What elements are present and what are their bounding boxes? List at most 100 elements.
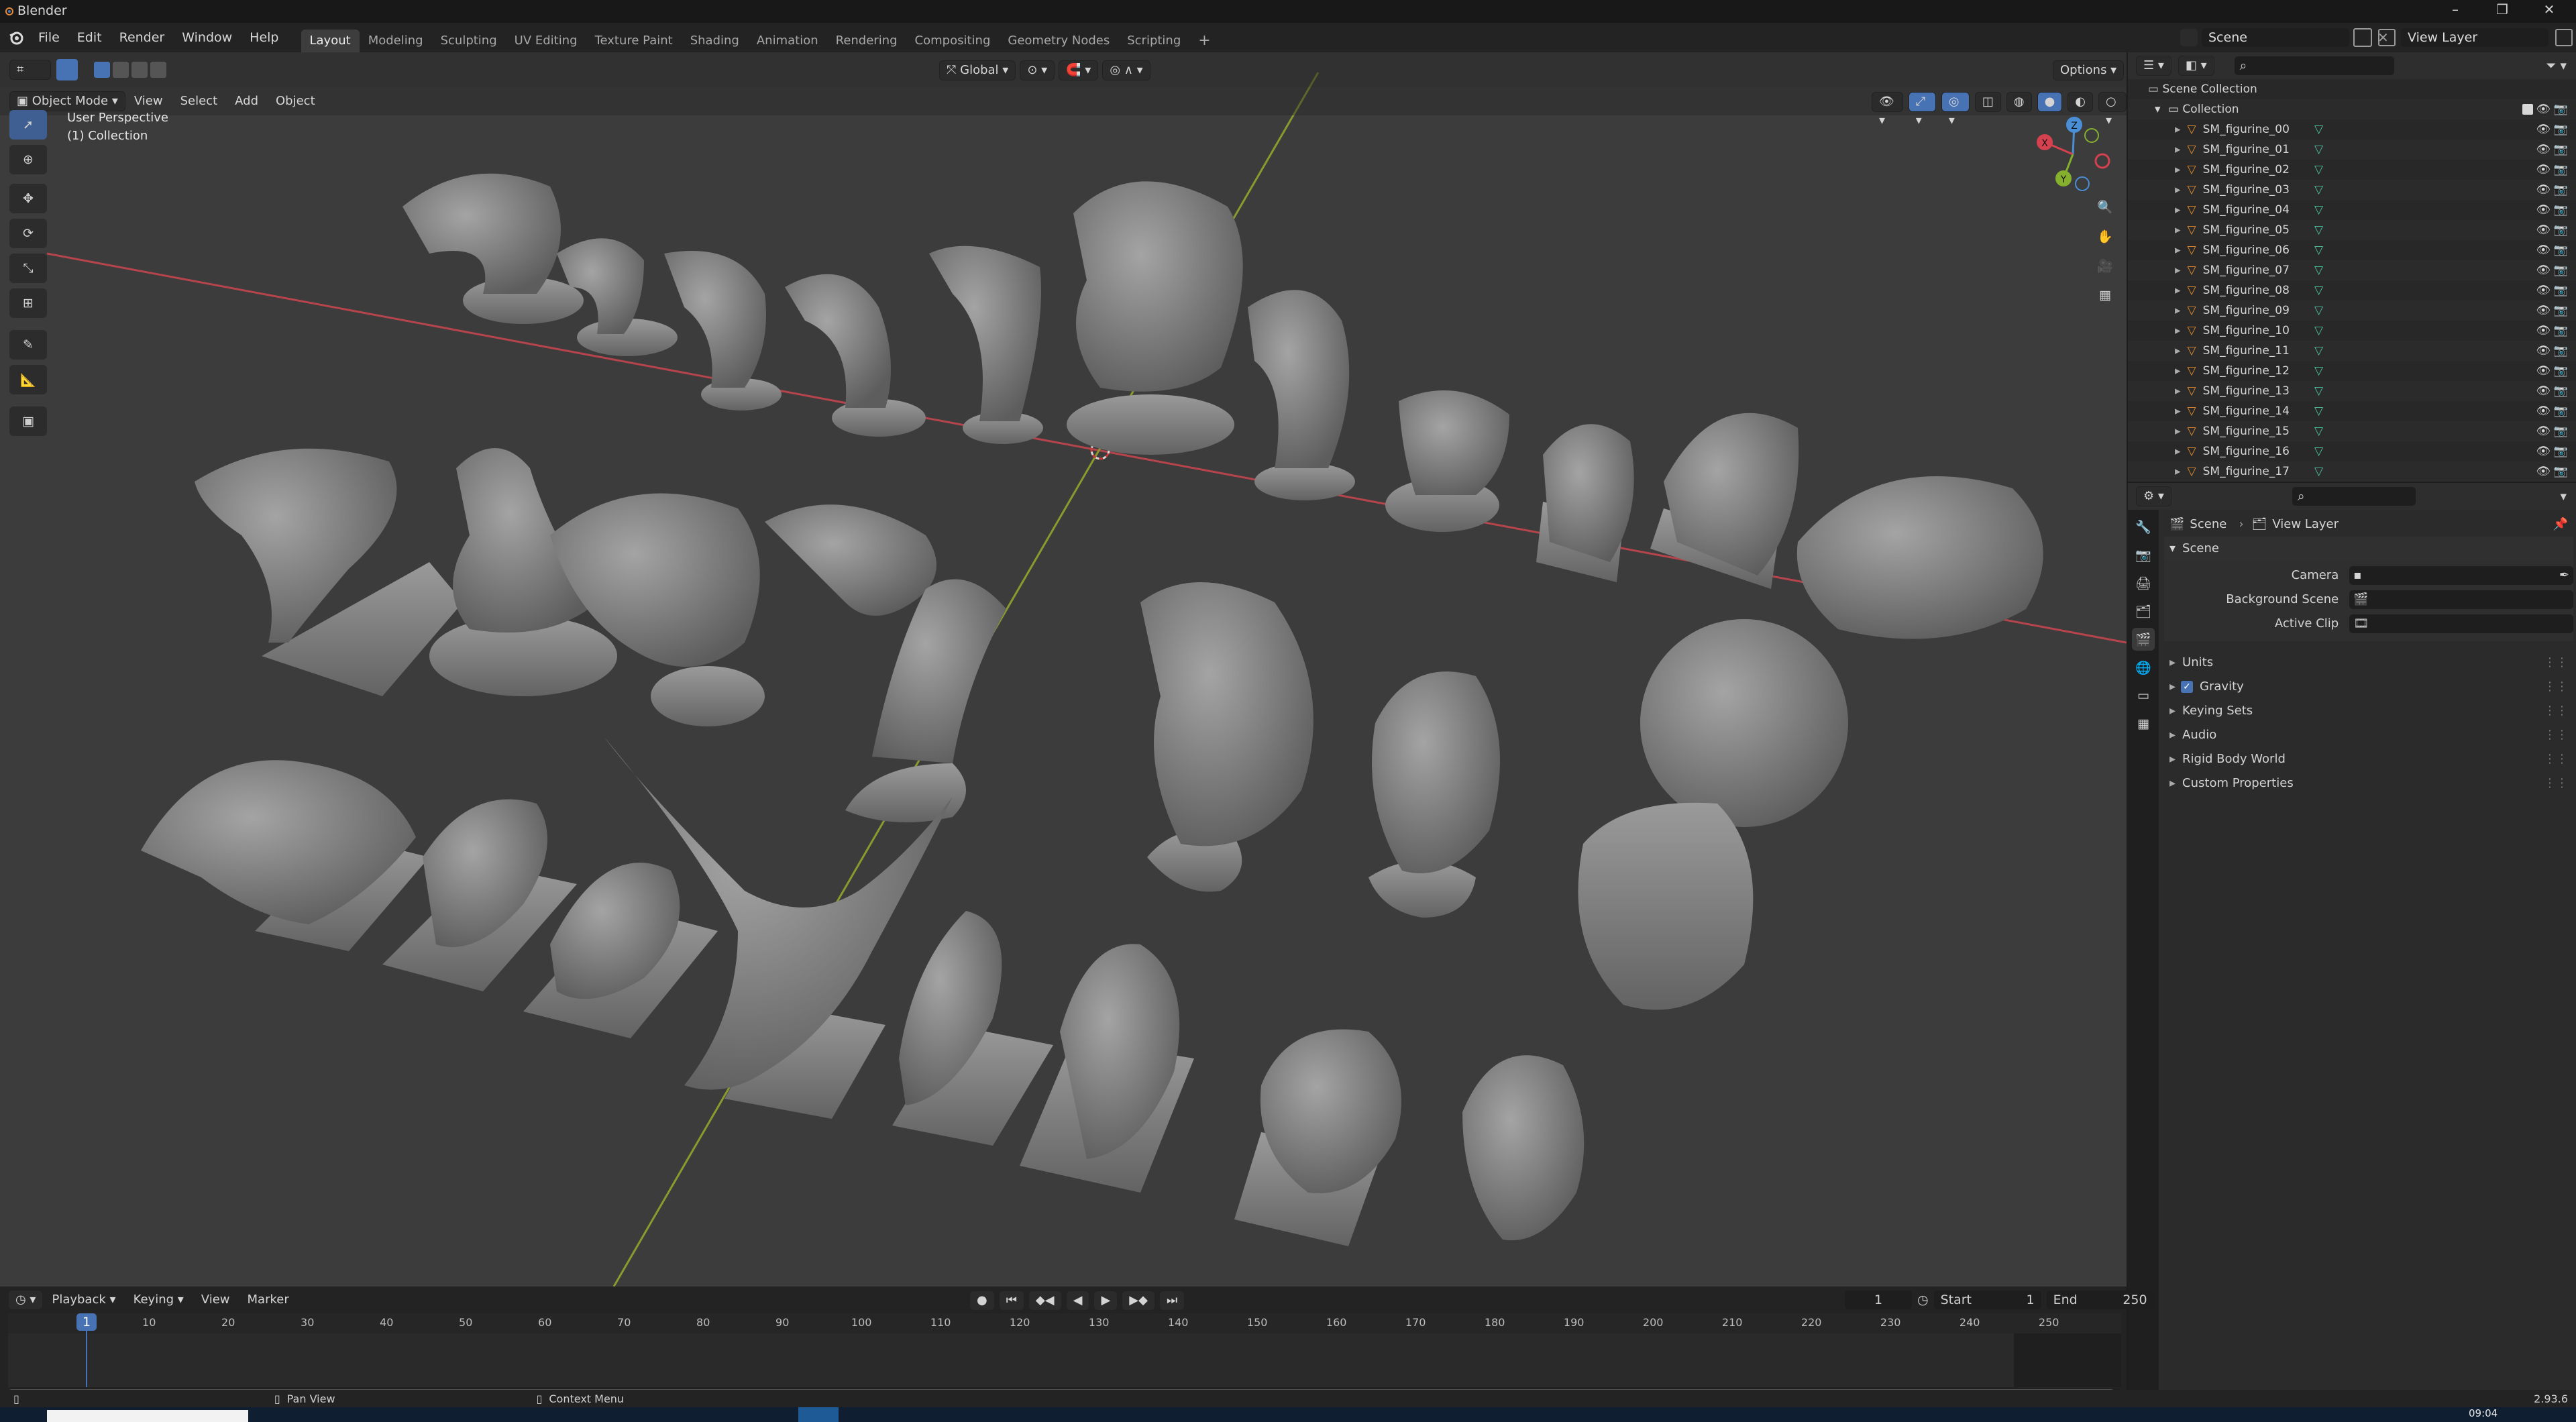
mesh-data-icon[interactable]: ▽ xyxy=(2314,381,2323,401)
snap-toggle[interactable]: 🧲 ▾ xyxy=(1059,60,1099,80)
drag-handle-icon[interactable]: ⋮⋮ xyxy=(2544,747,2568,771)
render-camera-icon[interactable]: 📷 xyxy=(2554,99,2568,119)
visibility-eye-icon[interactable]: 👁 xyxy=(2536,401,2551,421)
render-camera-icon[interactable]: 📷 xyxy=(2554,461,2568,482)
outliner-object-row[interactable]: ▸ ▽ SM_figurine_04 ▽ 👁 📷 xyxy=(2128,200,2576,220)
subpanel-header[interactable]: ▸ Audio ⋮⋮ xyxy=(2164,723,2573,747)
exclude-checkbox[interactable] xyxy=(2522,104,2533,115)
properties-options-icon[interactable]: ▾ xyxy=(2560,489,2567,504)
mesh-data-icon[interactable]: ▽ xyxy=(2314,119,2323,140)
tab-layout[interactable]: Layout xyxy=(301,30,360,52)
menu-edit[interactable]: Edit xyxy=(68,23,111,52)
outliner-object-row[interactable]: ▸ ▽ SM_figurine_00 ▽ 👁 📷 xyxy=(2128,119,2576,140)
pivot-point-dropdown[interactable]: ⊙ ▾ xyxy=(1020,60,1055,80)
drag-handle-icon[interactable]: ⋮⋮ xyxy=(2544,651,2568,675)
menu-file[interactable]: File xyxy=(30,23,68,52)
mesh-data-icon[interactable]: ▽ xyxy=(2314,200,2323,220)
outliner-object-row[interactable]: ▸ ▽ SM_figurine_06 ▽ 👁 📷 xyxy=(2128,240,2576,260)
outliner-object-row[interactable]: ▸ ▽ SM_figurine_11 ▽ 👁 📷 xyxy=(2128,341,2576,361)
3d-viewport[interactable]: ⌗ ⤧ Global ▾ ⊙ ▾ 🧲 ▾ ◎ ∧ ▾ Options ▾ ▣ O… xyxy=(0,52,2127,1287)
mesh-data-icon[interactable]: ▽ xyxy=(2314,140,2323,160)
expand-arrow-icon[interactable]: ▸ xyxy=(2175,364,2181,378)
rotate-tool[interactable]: ⟳ xyxy=(9,219,47,248)
expand-arrow-icon[interactable]: ▸ xyxy=(2175,123,2181,136)
mesh-data-icon[interactable]: ▽ xyxy=(2314,260,2323,280)
viewport-menu-object[interactable]: Object xyxy=(267,87,324,115)
expand-arrow-icon[interactable]: ▸ xyxy=(2175,425,2181,438)
subpanel-header[interactable]: ▸ Units ⋮⋮ xyxy=(2164,651,2573,675)
render-camera-icon[interactable]: 📷 xyxy=(2554,341,2568,361)
solid-shading-icon[interactable]: ● xyxy=(2037,92,2063,112)
taskbar-active-app[interactable] xyxy=(798,1407,839,1422)
render-camera-icon[interactable]: 📷 xyxy=(2554,381,2568,401)
mesh-data-icon[interactable]: ▽ xyxy=(2314,401,2323,421)
expand-arrow-icon[interactable]: ▸ xyxy=(2175,203,2181,217)
visibility-eye-icon[interactable]: 👁 xyxy=(2536,280,2551,300)
select-box-mode-icon[interactable] xyxy=(56,59,78,80)
measure-tool[interactable]: 📐 xyxy=(9,365,47,394)
background-scene-field[interactable]: 🎬 xyxy=(2349,590,2573,609)
scene-selector[interactable]: Scene ✕ xyxy=(2180,28,2389,47)
viewport-menu-select[interactable]: Select xyxy=(172,87,227,115)
outliner-object-row[interactable]: ▸ ▽ SM_figurine_01 ▽ 👁 📷 xyxy=(2128,140,2576,160)
add-workspace-button[interactable]: + xyxy=(1189,30,1219,52)
texture-tab[interactable]: ▦ xyxy=(2132,712,2155,735)
xray-toggle[interactable]: ◫ xyxy=(1974,92,2001,112)
mesh-data-icon[interactable]: ▽ xyxy=(2314,441,2323,461)
transform-tool[interactable]: ⊞ xyxy=(9,288,47,318)
visibility-eye-icon[interactable]: 👁 xyxy=(2536,341,2551,361)
outliner-object-row[interactable]: ▸ ▽ SM_figurine_10 ▽ 👁 📷 xyxy=(2128,321,2576,341)
expand-arrow-icon[interactable]: ▸ xyxy=(2175,465,2181,478)
render-camera-icon[interactable]: 📷 xyxy=(2554,421,2568,441)
expand-arrow-icon[interactable]: ▸ xyxy=(2175,243,2181,257)
visibility-eye-icon[interactable]: 👁 xyxy=(2536,220,2551,240)
outliner-object-row[interactable]: ▸ ▽ SM_figurine_12 ▽ 👁 📷 xyxy=(2128,361,2576,381)
outliner-object-row[interactable]: ▸ ▽ SM_figurine_17 ▽ 👁 📷 xyxy=(2128,461,2576,482)
mesh-data-icon[interactable]: ▽ xyxy=(2314,341,2323,361)
outliner-object-row[interactable]: ▸ ▽ SM_figurine_16 ▽ 👁 📷 xyxy=(2128,441,2576,461)
timeline-track-area[interactable]: 10 20 30 40 50 60 70 80 90 100 110 120 130 140 150 160 1… xyxy=(8,1313,2121,1387)
tab-compositing[interactable]: Compositing xyxy=(906,30,1000,52)
render-camera-icon[interactable]: 📷 xyxy=(2554,401,2568,421)
timeline-menu-view[interactable]: View xyxy=(193,1287,239,1313)
render-camera-icon[interactable]: 📷 xyxy=(2554,119,2568,140)
outliner-search-input[interactable]: ⌕ xyxy=(2234,56,2394,75)
visibility-eye-icon[interactable]: 👁 xyxy=(2536,119,2551,140)
view-layer-tab[interactable]: 🗂 xyxy=(2132,600,2155,622)
render-camera-icon[interactable]: 📷 xyxy=(2554,441,2568,461)
playhead-marker[interactable]: 1 xyxy=(76,1313,97,1331)
annotate-tool[interactable]: ✎ xyxy=(9,330,47,360)
gizmo-toggle[interactable]: ⤢ ▾ xyxy=(1908,92,1936,127)
end-frame-field[interactable]: End 250 xyxy=(2046,1291,2154,1309)
render-camera-icon[interactable]: 📷 xyxy=(2554,180,2568,200)
render-camera-icon[interactable]: 📷 xyxy=(2554,200,2568,220)
zoom-icon[interactable]: 🔍 xyxy=(2090,192,2120,221)
jump-end-icon[interactable]: ⏭ xyxy=(1159,1291,1185,1311)
jump-keyframe-forward-icon[interactable]: ▶◆ xyxy=(1122,1291,1155,1311)
mesh-data-icon[interactable]: ▽ xyxy=(2314,240,2323,260)
properties-search-input[interactable]: ⌕ xyxy=(2292,487,2416,506)
subpanel-header[interactable]: ▸ Keying Sets ⋮⋮ xyxy=(2164,699,2573,723)
tab-modeling[interactable]: Modeling xyxy=(360,30,432,52)
timeline-menu-playback[interactable]: Playback ▾ xyxy=(43,1287,124,1313)
mesh-data-icon[interactable]: ▽ xyxy=(2314,300,2323,321)
tab-rendering[interactable]: Rendering xyxy=(827,30,906,52)
outliner-object-row[interactable]: ▸ ▽ SM_figurine_09 ▽ 👁 📷 xyxy=(2128,300,2576,321)
pan-hand-icon[interactable]: ✋ xyxy=(2090,221,2120,251)
visibility-eye-icon[interactable]: 👁 xyxy=(2536,441,2551,461)
jump-start-icon[interactable]: ⏮ xyxy=(998,1291,1024,1311)
mesh-data-icon[interactable]: ▽ xyxy=(2314,220,2323,240)
menu-help[interactable]: Help xyxy=(241,23,287,52)
expand-arrow-icon[interactable]: ▸ xyxy=(2175,384,2181,398)
ortho-grid-icon[interactable]: ▦ xyxy=(2090,280,2120,310)
view-layer-name-field[interactable]: View Layer xyxy=(2401,28,2548,47)
expand-arrow-icon[interactable]: ▾ xyxy=(2155,103,2161,116)
select-tool[interactable]: ➚ xyxy=(9,110,47,140)
set-new-selection-icon[interactable] xyxy=(94,62,110,78)
preview-range-icon[interactable]: ◷ xyxy=(1917,1293,1929,1307)
options-dropdown[interactable]: Options ▾ xyxy=(2053,60,2125,80)
mesh-data-icon[interactable]: ▽ xyxy=(2314,361,2323,381)
visibility-eye-icon[interactable]: 👁 xyxy=(2536,300,2551,321)
close-icon[interactable]: ✕ xyxy=(2529,1,2569,21)
outliner-object-row[interactable]: ▸ ▽ SM_figurine_03 ▽ 👁 📷 xyxy=(2128,180,2576,200)
